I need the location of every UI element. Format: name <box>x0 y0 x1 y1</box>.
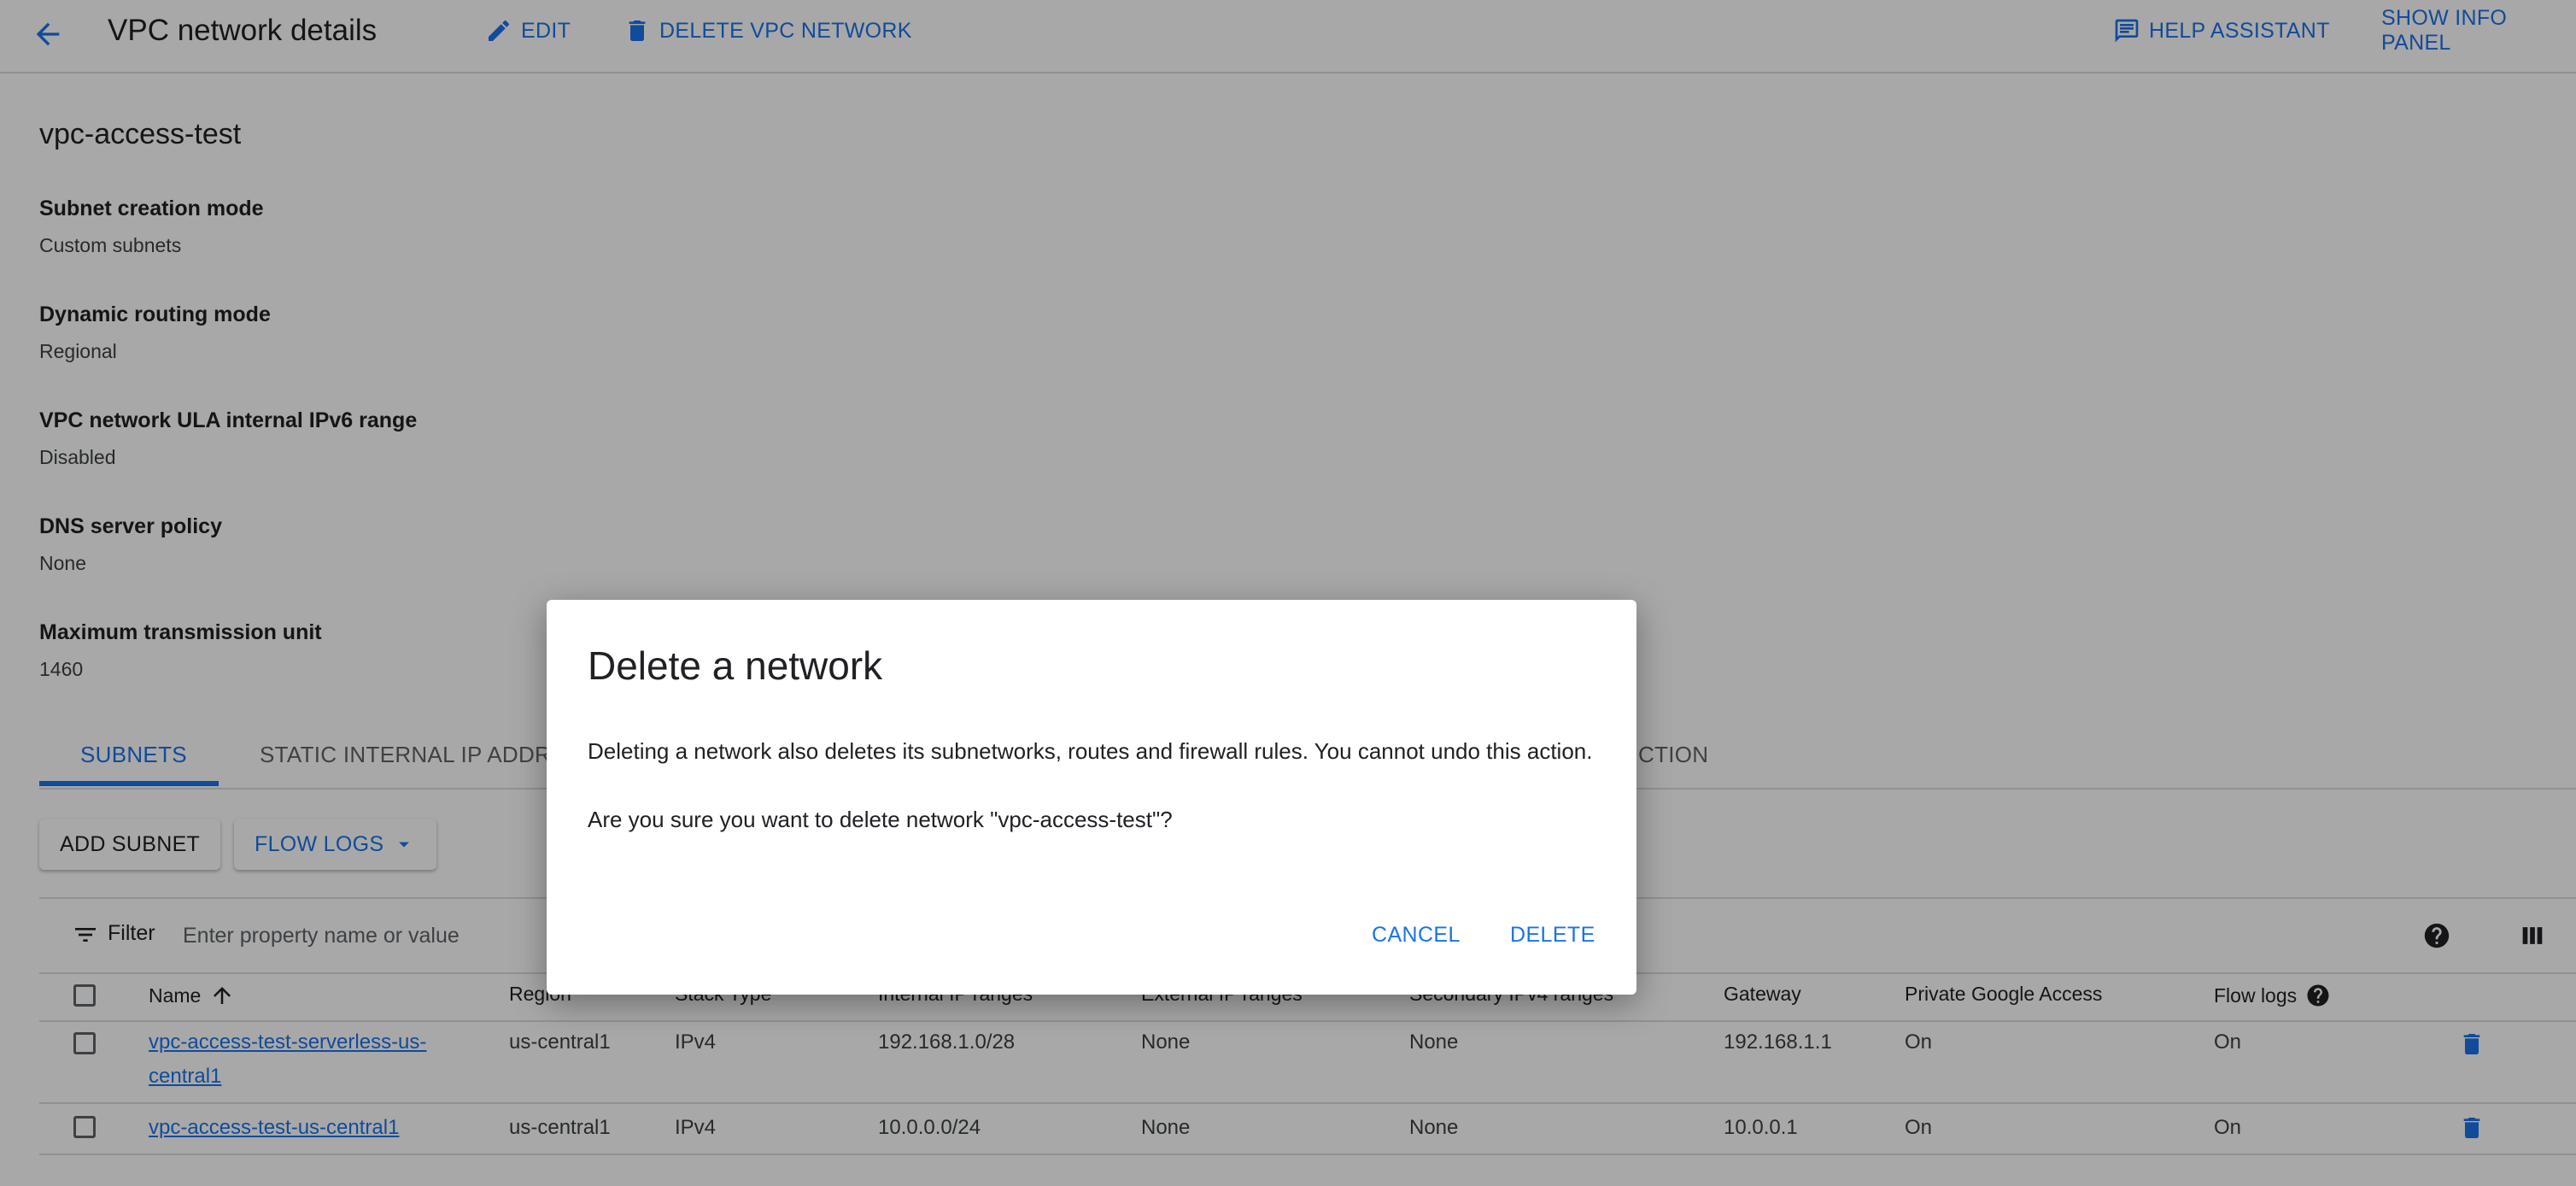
cancel-button[interactable]: CANCEL <box>1372 923 1461 948</box>
modal-backdrop[interactable] <box>0 0 2576 1186</box>
dialog-warning-text: Deleting a network also deletes its subn… <box>588 738 1593 764</box>
vpc-network-details-page: VPC network details EDIT DELETE VPC NETW… <box>0 0 2576 1186</box>
dialog-confirm-text: Are you sure you want to delete network … <box>588 807 1173 832</box>
dialog-title: Delete a network <box>588 643 883 688</box>
delete-network-dialog: Delete a network Deleting a network also… <box>547 600 1636 995</box>
delete-button[interactable]: DELETE <box>1510 923 1595 948</box>
